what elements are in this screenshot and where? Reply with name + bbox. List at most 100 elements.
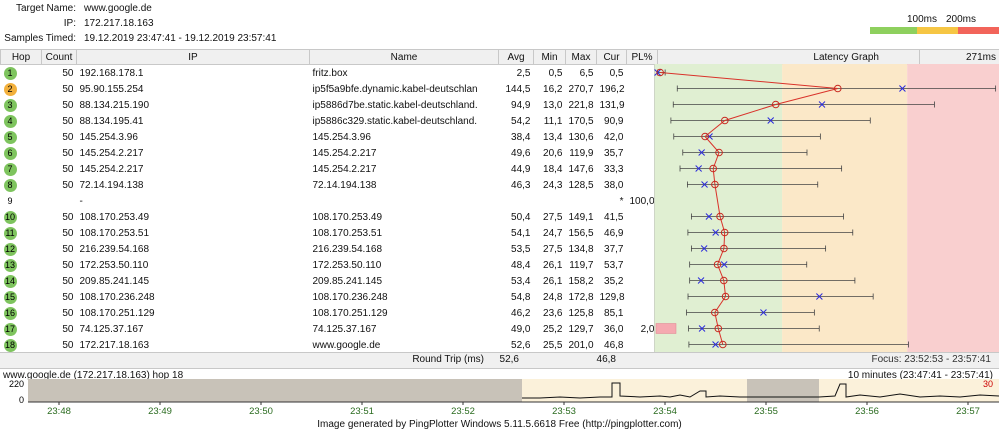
cur-cell: 37,7 bbox=[604, 243, 624, 255]
pl-cell bbox=[627, 337, 658, 353]
ip-cell: 172.217.18.163 bbox=[79, 339, 150, 351]
count-cell: 50 bbox=[62, 275, 74, 287]
history-time-label: 23:54 bbox=[653, 406, 677, 417]
avg-cell: 50,4 bbox=[511, 211, 531, 223]
ip-cell: 95.90.155.254 bbox=[79, 83, 144, 95]
name-cell: 145.254.3.96 bbox=[312, 131, 371, 143]
min-cell: 26,1 bbox=[543, 259, 563, 271]
ip-cell: - bbox=[79, 195, 83, 207]
hop-cell: 3 bbox=[1, 97, 42, 113]
max-cell: 221,8 bbox=[568, 99, 594, 111]
name-cell: 108.170.253.49 bbox=[312, 211, 383, 223]
col-count[interactable]: Count bbox=[41, 49, 77, 65]
hop-number-badge: 12 bbox=[3, 242, 17, 256]
history-y-top: 220 bbox=[9, 379, 24, 389]
cur-cell: 46,8 bbox=[604, 339, 624, 351]
ip-cell: 74.125.37.167 bbox=[79, 323, 144, 335]
zone-bad bbox=[907, 64, 999, 352]
cur-cell: 35,2 bbox=[604, 275, 624, 287]
pl-cell bbox=[627, 225, 658, 241]
samples-timed-label: Samples Timed: bbox=[4, 33, 76, 44]
scale-200ms-label: 200ms bbox=[946, 14, 977, 25]
max-cell: 201,0 bbox=[568, 339, 594, 351]
min-cell: 27,5 bbox=[543, 243, 563, 255]
hop-number-badge: 17 bbox=[3, 322, 17, 336]
hop-number-badge: 7 bbox=[3, 162, 17, 176]
col-max[interactable]: Max bbox=[565, 49, 597, 65]
scale-good-bar bbox=[870, 27, 917, 34]
max-cell: 129,7 bbox=[568, 323, 594, 335]
name-cell: 108.170.236.248 bbox=[312, 291, 388, 303]
hop-cell: 10 bbox=[1, 209, 42, 225]
max-cell: 170,5 bbox=[568, 115, 594, 127]
round-trip-row: Round Trip (ms) 52,6 46,8 Focus: 23:52:5… bbox=[0, 352, 999, 369]
name-cell: www.google.de bbox=[312, 339, 381, 351]
min-cell: 27,5 bbox=[543, 211, 563, 223]
max-cell: 156,5 bbox=[568, 227, 594, 239]
ip-cell: 108.170.253.51 bbox=[79, 227, 150, 239]
target-name-label: Target Name: bbox=[15, 3, 76, 14]
hop-number-badge: 13 bbox=[3, 258, 17, 272]
ip-cell: 108.170.236.248 bbox=[79, 291, 155, 303]
avg-cell: 94,9 bbox=[511, 99, 531, 111]
hop-cell: 6 bbox=[1, 145, 42, 161]
ip-cell: 209.85.241.145 bbox=[79, 275, 150, 287]
min-cell: 13,4 bbox=[543, 131, 563, 143]
min-cell: 16,2 bbox=[543, 83, 563, 95]
name-cell: 216.239.54.168 bbox=[312, 243, 383, 255]
count-cell: 50 bbox=[62, 291, 74, 303]
col-avg[interactable]: Avg bbox=[498, 49, 534, 65]
col-ip[interactable]: IP bbox=[76, 49, 310, 65]
max-cell bbox=[566, 193, 597, 209]
min-cell: 18,4 bbox=[543, 163, 563, 175]
pl-cell bbox=[627, 161, 658, 177]
table-header-row: Hop Count IP Name Avg Min Max Cur PL% La… bbox=[0, 49, 999, 65]
col-min[interactable]: Min bbox=[533, 49, 566, 65]
col-name[interactable]: Name bbox=[309, 49, 499, 65]
hop-number-badge: 2 bbox=[3, 82, 17, 96]
hop-cell: 12 bbox=[1, 241, 42, 257]
pl-cell bbox=[627, 257, 658, 273]
col-pl[interactable]: PL% bbox=[626, 49, 658, 65]
max-cell: 149,1 bbox=[568, 211, 594, 223]
hop-cell: 16 bbox=[1, 305, 42, 321]
cur-cell: 38,0 bbox=[604, 179, 624, 191]
min-cell: 24,3 bbox=[543, 179, 563, 191]
hop-number-badge: 4 bbox=[3, 114, 17, 128]
hop-number-badge: 15 bbox=[3, 290, 17, 304]
hop-cell: 14 bbox=[1, 273, 42, 289]
col-hop[interactable]: Hop bbox=[0, 49, 42, 65]
history-time-label: 23:51 bbox=[350, 406, 374, 417]
pl-cell bbox=[627, 113, 658, 129]
pl-cell bbox=[627, 129, 658, 145]
count-cell: 50 bbox=[62, 243, 74, 255]
history-time-label: 23:52 bbox=[451, 406, 475, 417]
hop-number-badge: 3 bbox=[3, 98, 17, 112]
pl-cell bbox=[627, 289, 658, 305]
col-latency-graph[interactable]: Latency Graph bbox=[657, 49, 920, 65]
ip-cell: 172.253.50.110 bbox=[79, 259, 149, 271]
pl-cell bbox=[627, 305, 658, 321]
history-time-label: 23:48 bbox=[47, 406, 71, 417]
col-cur[interactable]: Cur bbox=[596, 49, 627, 65]
max-cell: 125,8 bbox=[568, 307, 594, 319]
pl-cell: 100,0 bbox=[629, 195, 655, 207]
time-history-graph[interactable]: 220 0 30 23:48 23:49 23:50 23:51 23:52 23:53 2… bbox=[0, 378, 999, 418]
avg-cell: 38,4 bbox=[511, 131, 531, 143]
name-cell: 108.170.253.51 bbox=[312, 227, 383, 239]
hop-number-badge: 9 bbox=[7, 195, 13, 206]
history-time-label: 23:49 bbox=[148, 406, 172, 417]
pl-cell bbox=[627, 97, 658, 113]
cur-cell: 46,9 bbox=[604, 227, 624, 239]
avg-cell: 44,9 bbox=[511, 163, 531, 175]
cur-cell: 131,9 bbox=[599, 99, 625, 111]
history-focus-band bbox=[522, 379, 747, 402]
pl-cell bbox=[627, 209, 658, 225]
latency-graph bbox=[654, 64, 999, 352]
count-cell: 50 bbox=[62, 179, 74, 191]
name-cell: ip5f5a9bfe.dynamic.kabel-deutschlan bbox=[312, 83, 478, 95]
ip-cell: 108.170.253.49 bbox=[79, 211, 150, 223]
pl-cell bbox=[627, 65, 658, 82]
history-y-bottom: 0 bbox=[19, 395, 24, 405]
min-cell: 0,5 bbox=[548, 67, 563, 79]
